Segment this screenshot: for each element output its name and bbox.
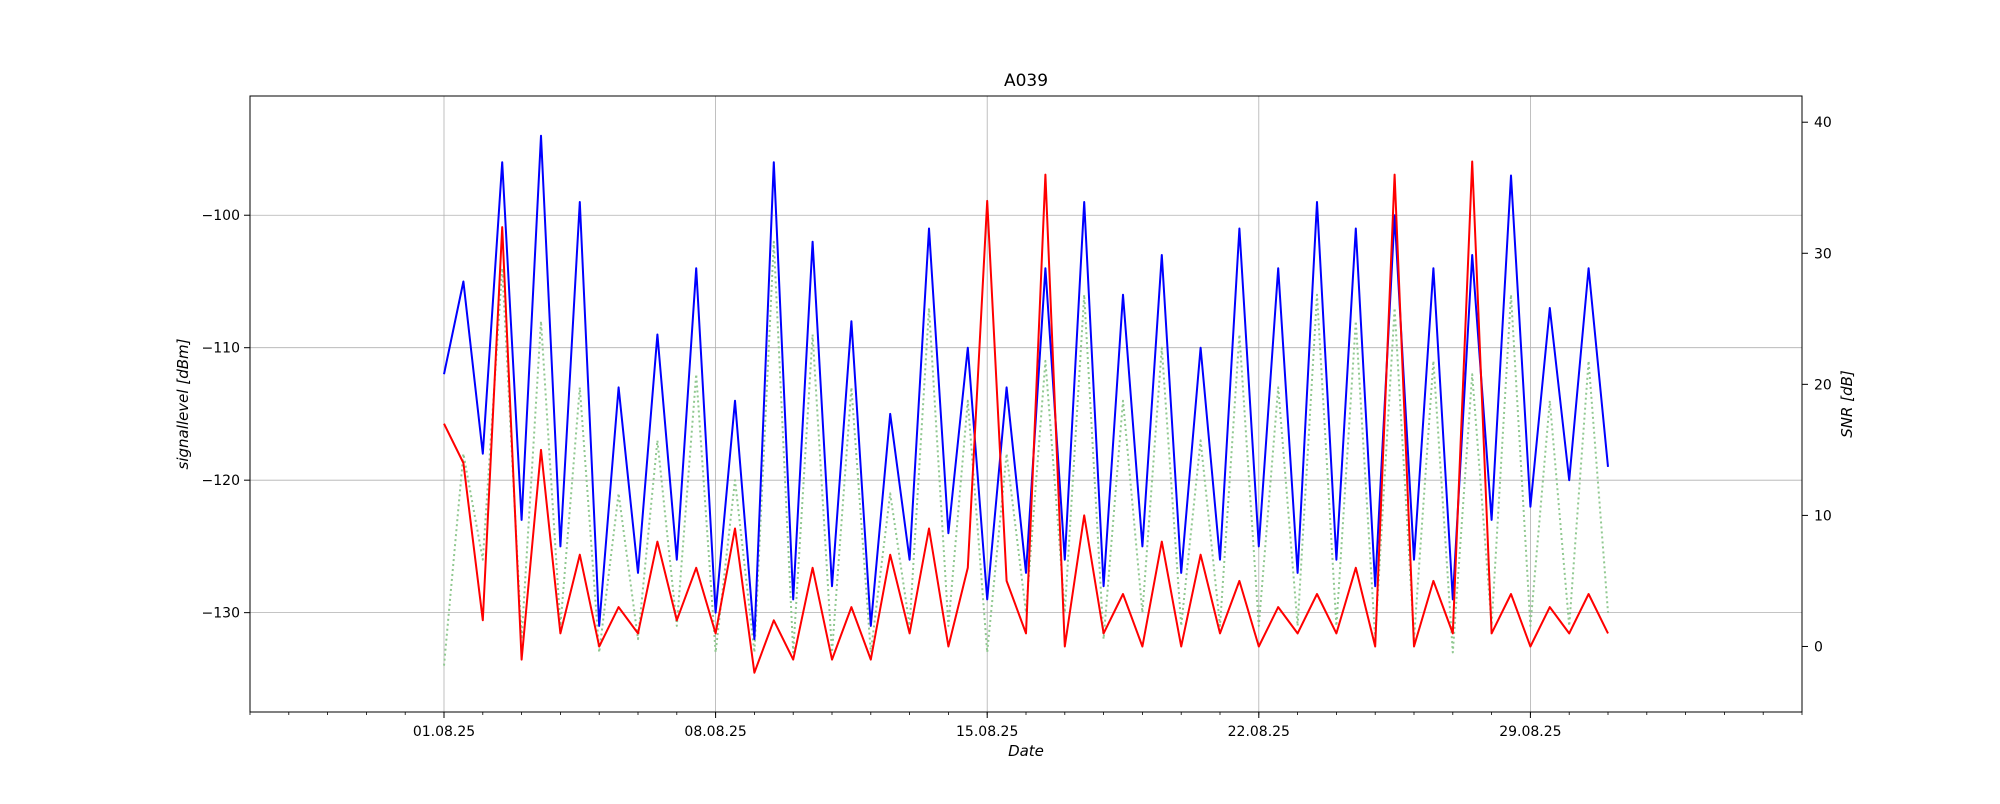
- chart-title: A039: [1004, 71, 1048, 91]
- figure-background: [0, 0, 2000, 800]
- x-tick-label: 08.08.25: [684, 724, 746, 740]
- y-right-tick-label: 0: [1814, 639, 1823, 655]
- signal-snr-chart: 01.08.25 08.08.25 15.08.25 22.08.25 29.08.25…: [0, 0, 2000, 800]
- x-tick-label: 01.08.25: [413, 724, 475, 740]
- x-axis-label: Date: [1008, 742, 1044, 760]
- chart-figure: 01.08.25 08.08.25 15.08.25 22.08.25 29.08.25…: [0, 0, 2000, 800]
- y-axis-right-label: SNR [dB]: [1838, 370, 1856, 438]
- y-axis-left-label: signallevel [dBm]: [174, 338, 192, 469]
- y-left-tick-label: −110: [202, 341, 240, 357]
- y-left-tick-label: −120: [202, 473, 240, 489]
- y-right-tick-label: 10: [1814, 508, 1832, 524]
- x-tick-label: 15.08.25: [956, 724, 1018, 740]
- x-tick-label: 22.08.25: [1228, 724, 1290, 740]
- x-tick-label: 29.08.25: [1499, 724, 1561, 740]
- y-right-tick-label: 20: [1814, 377, 1832, 393]
- y-left-tick-label: −100: [202, 208, 240, 224]
- y-right-tick-label: 40: [1814, 115, 1832, 131]
- y-left-tick-label: −130: [202, 606, 240, 622]
- y-right-tick-label: 30: [1814, 246, 1832, 262]
